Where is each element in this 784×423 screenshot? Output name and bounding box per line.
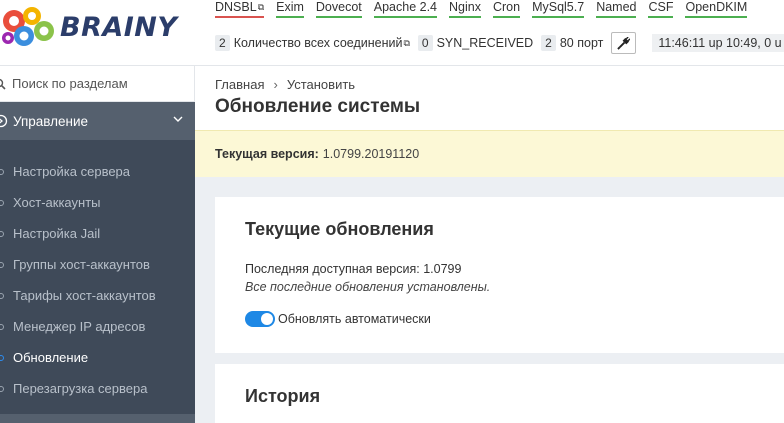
service-dnsbl[interactable]: DNSBL⧉	[215, 0, 265, 18]
service-status-list: DNSBL⧉ Exim Dovecot Apache 2.4 Nginx Cro…	[215, 0, 759, 18]
bullet-icon	[0, 230, 4, 237]
circle-arrow-icon	[0, 114, 8, 128]
sidebar-item-host-groups[interactable]: Группы хост-аккаунтов	[0, 249, 195, 280]
sidebar-item-label: Хост-аккаунты	[13, 195, 101, 210]
sidebar-item-host-accounts[interactable]: Хост-аккаунты	[0, 187, 195, 218]
gears-logo-icon	[0, 4, 60, 50]
breadcrumb: Главная › Установить	[215, 66, 784, 92]
plug-icon	[617, 36, 631, 50]
auto-update-label[interactable]: Обновлять автоматически	[278, 312, 431, 326]
sidebar: Поиск по разделам Управление Настройка с…	[0, 66, 195, 423]
breadcrumb-current: Установить	[286, 77, 356, 92]
sidebar-search[interactable]: Поиск по разделам	[0, 66, 195, 102]
sidebar-section-label: Управление	[13, 113, 89, 129]
service-mysql[interactable]: MySql5.7	[532, 0, 585, 18]
toggle-knob	[261, 313, 273, 325]
bullet-icon	[0, 292, 4, 299]
sidebar-item-ip-manager[interactable]: Менеджер IP адресов	[0, 311, 195, 342]
service-exim[interactable]: Exim	[276, 0, 304, 18]
sidebar-item-label: Менеджер IP адресов	[13, 319, 146, 334]
service-cron[interactable]: Cron	[492, 0, 521, 18]
service-nginx[interactable]: Nginx	[449, 0, 481, 18]
page-title: Обновление системы	[215, 96, 421, 117]
main-content: Главная › Установить Обновление системы …	[195, 66, 784, 423]
brand-name: BRAINY	[60, 11, 178, 43]
breadcrumb-home[interactable]: Главная	[215, 77, 264, 92]
bullet-icon	[0, 261, 4, 268]
current-version-bar: Текущая версия: 1.0799.20191120	[195, 130, 784, 177]
service-opendkim[interactable]: OpenDKIM	[685, 0, 748, 18]
auto-update-row: Обновлять автоматически	[245, 311, 754, 327]
connection-stats: 2 Количество всех соединений ⧉ 0 SYN_RECE…	[215, 32, 784, 54]
bullet-icon	[0, 385, 4, 392]
sidebar-item-label: Настройка Jail	[13, 226, 101, 241]
version-value: 1.0799.20191120	[322, 147, 420, 161]
service-named[interactable]: Named	[596, 0, 637, 18]
sidebar-item-update[interactable]: Обновление	[0, 342, 195, 373]
auto-update-toggle[interactable]	[245, 311, 275, 327]
search-placeholder: Поиск по разделам	[12, 76, 128, 91]
sidebar-item-label: Перезагрузка сервера	[13, 381, 148, 396]
port-label: 80 порт	[559, 36, 604, 50]
history-card: История	[215, 364, 784, 423]
syn-label: SYN_RECEIVED	[436, 36, 534, 50]
sidebar-menu: Настройка сервера Хост-аккаунты Настройк…	[0, 140, 195, 404]
current-updates-card: Текущие обновления Последняя доступная в…	[215, 197, 784, 353]
update-status-text: Все последние обновления установлены.	[245, 280, 491, 294]
bullet-icon	[0, 323, 4, 330]
bullet-icon	[0, 354, 4, 361]
sidebar-section-management[interactable]: Управление	[0, 102, 195, 140]
sidebar-item-server-reboot[interactable]: Перезагрузка сервера	[0, 373, 195, 404]
card-title: История	[245, 386, 321, 406]
sidebar-item-host-tariffs[interactable]: Тарифы хост-аккаунтов	[0, 280, 195, 311]
sidebar-next-section[interactable]	[0, 414, 195, 423]
sidebar-item-label: Настройка сервера	[13, 164, 131, 179]
external-link-icon: ⧉	[403, 37, 410, 48]
sidebar-item-label: Обновление	[13, 350, 89, 365]
service-label: DNSBL	[215, 0, 257, 14]
sidebar-item-server-settings[interactable]: Настройка сервера	[0, 156, 195, 187]
port-count-badge: 2	[541, 35, 556, 51]
bullet-icon	[0, 168, 4, 175]
connections-label[interactable]: Количество всех соединений	[234, 36, 403, 50]
service-csf[interactable]: CSF	[648, 0, 674, 18]
service-apache[interactable]: Apache 2.4	[373, 0, 438, 18]
top-header: BRAINY DNSBL⧉ Exim Dovecot Apache 2.4 Ng…	[0, 0, 784, 66]
sidebar-item-label: Группы хост-аккаунтов	[13, 257, 150, 272]
sidebar-item-jail-settings[interactable]: Настройка Jail	[0, 218, 195, 249]
sidebar-item-label: Тарифы хост-аккаунтов	[13, 288, 156, 303]
uptime-text: 11:46:11 up 10:49, 0 u	[652, 34, 784, 52]
bullet-icon	[0, 199, 4, 206]
search-icon	[0, 78, 6, 90]
connections-count-badge: 2	[215, 35, 230, 51]
syn-count-badge: 0	[417, 35, 433, 51]
version-label: Текущая версия:	[215, 147, 319, 161]
page-header: Главная › Установить Обновление системы	[195, 66, 784, 130]
latest-version-text: Последняя доступная версия: 1.0799	[245, 262, 462, 276]
service-dovecot[interactable]: Dovecot	[315, 0, 362, 18]
card-title: Текущие обновления	[245, 219, 434, 239]
chevron-down-icon	[173, 116, 183, 122]
plug-button[interactable]	[611, 32, 637, 54]
external-link-icon: ⧉	[257, 2, 265, 12]
chevron-right-icon: ›	[273, 77, 278, 92]
brand-logo[interactable]: BRAINY	[0, 4, 195, 50]
